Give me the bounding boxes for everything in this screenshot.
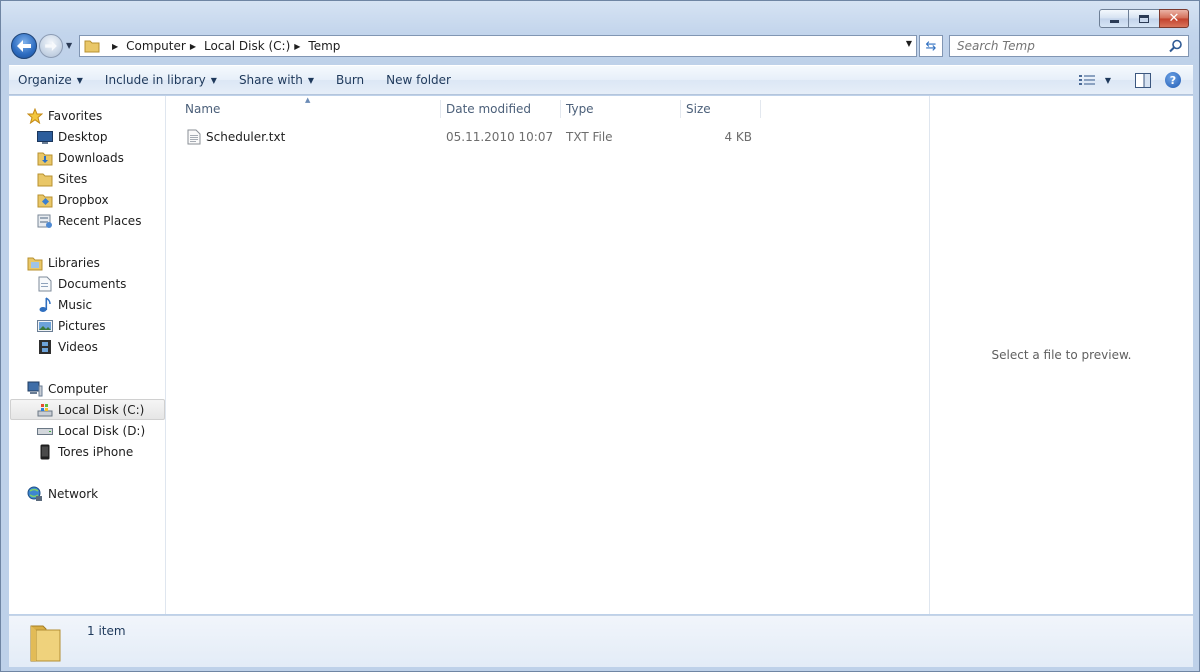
explorer-window: ✕ ▼ ▶ Computer ▶ Local Disk (C:) ▶ Temp … [0, 0, 1200, 672]
text-file-icon [187, 129, 201, 145]
sidebar-item-pictures[interactable]: Pictures [37, 315, 106, 336]
sidebar-item-music[interactable]: Music [37, 294, 92, 315]
documents-icon [37, 276, 53, 292]
file-size-cell: 4 KB [724, 130, 752, 144]
videos-icon [37, 339, 53, 355]
share-with-menu[interactable]: Share with ▼ [230, 66, 323, 94]
forward-button[interactable] [39, 34, 63, 58]
column-header-name[interactable]: ▲ Name [167, 96, 441, 118]
computer-icon [27, 381, 43, 397]
column-header-type[interactable]: Type [561, 100, 681, 118]
item-count: 1 item [87, 624, 126, 638]
search-box[interactable] [949, 35, 1189, 57]
details-pane: 1 item [9, 615, 1193, 667]
file-list: ▲ Name Date modified Type Size Scheduler… [167, 96, 929, 614]
chevron-down-icon: ▼ [1104, 75, 1111, 85]
system-drive-icon [37, 402, 53, 418]
sidebar-item-documents[interactable]: Documents [37, 273, 126, 294]
chevron-down-icon: ▼ [307, 75, 314, 85]
view-details-icon [1078, 75, 1095, 85]
breadcrumb-computer[interactable]: ▶ Computer [108, 39, 186, 53]
search-input[interactable] [957, 39, 1157, 53]
recent-pages-dropdown[interactable]: ▼ [66, 41, 72, 50]
file-name-cell: Scheduler.txt [187, 129, 285, 145]
breadcrumb-temp[interactable]: ▶ Temp [290, 39, 340, 53]
change-view-button[interactable]: ▼ [1078, 74, 1111, 86]
dropbox-folder-icon [37, 192, 53, 208]
music-icon [37, 296, 53, 313]
sidebar-item-dropbox[interactable]: Dropbox [37, 189, 109, 210]
recent-places-icon [37, 213, 53, 229]
minimize-button[interactable] [1099, 9, 1129, 28]
preview-pane-toggle-icon[interactable] [1135, 72, 1151, 88]
maximize-icon [1139, 14, 1149, 23]
close-icon: ✕ [1168, 11, 1180, 26]
breadcrumb-arrow-icon[interactable]: ▶ [112, 42, 118, 51]
desktop-icon [37, 129, 53, 145]
search-icon[interactable] [1169, 39, 1183, 53]
libraries-icon [27, 255, 43, 271]
column-header-date-modified[interactable]: Date modified [441, 100, 561, 118]
command-bar: Organize ▼ Include in library ▼ Share wi… [9, 65, 1193, 95]
folder-icon [37, 171, 53, 187]
sidebar-group-computer[interactable]: Computer [27, 378, 108, 399]
chevron-down-icon: ▼ [76, 75, 83, 85]
drive-icon [37, 423, 53, 439]
file-type-cell: TXT File [566, 130, 613, 144]
sort-ascending-icon: ▲ [305, 96, 311, 104]
breadcrumb-arrow-icon[interactable]: ▶ [190, 42, 196, 51]
help-icon[interactable]: ? [1165, 72, 1181, 88]
sidebar-group-libraries[interactable]: Libraries [27, 252, 100, 273]
address-bar[interactable]: ▶ Computer ▶ Local Disk (C:) ▶ Temp ▼ [79, 35, 917, 57]
back-arrow-icon [17, 40, 31, 52]
sidebar-item-recent-places[interactable]: Recent Places [37, 210, 141, 231]
maximize-button[interactable] [1129, 9, 1159, 28]
preview-message: Select a file to preview. [991, 348, 1132, 362]
refresh-button[interactable]: ⇆ [919, 35, 943, 57]
include-in-library-menu[interactable]: Include in library ▼ [96, 66, 226, 94]
network-icon [27, 486, 43, 502]
sidebar-item-local-disk-d[interactable]: Local Disk (D:) [37, 420, 145, 441]
organize-menu[interactable]: Organize ▼ [9, 66, 92, 94]
caption-buttons: ✕ [1099, 9, 1189, 28]
sidebar-group-favorites[interactable]: Favorites [27, 105, 102, 126]
forward-arrow-icon [45, 41, 57, 51]
breadcrumb-arrow-icon[interactable]: ▶ [294, 42, 300, 51]
new-folder-button[interactable]: New folder [377, 66, 460, 94]
sidebar-item-videos[interactable]: Videos [37, 336, 98, 357]
back-button[interactable] [11, 33, 37, 59]
refresh-icon: ⇆ [925, 38, 937, 54]
pictures-icon [37, 318, 53, 334]
burn-button[interactable]: Burn [327, 66, 373, 94]
sidebar-item-downloads[interactable]: Downloads [37, 147, 124, 168]
column-header-size[interactable]: Size [681, 100, 761, 118]
sidebar-item-sites[interactable]: Sites [37, 168, 87, 189]
sidebar-item-local-disk-c[interactable]: Local Disk (C:) [10, 399, 165, 420]
phone-icon [37, 444, 53, 460]
toolbar-right-group: ▼ ? [1078, 66, 1181, 94]
preview-pane: Select a file to preview. [929, 96, 1193, 614]
address-history-dropdown[interactable]: ▼ [906, 39, 912, 48]
navigation-pane: Favorites Desktop Downloads Sites Dropbo… [9, 96, 166, 614]
favorites-star-icon [27, 107, 43, 124]
file-date-cell: 05.11.2010 10:07 [446, 130, 554, 144]
minimize-icon [1109, 20, 1119, 23]
sidebar-item-desktop[interactable]: Desktop [37, 126, 108, 147]
downloads-folder-icon [37, 150, 53, 166]
sidebar-group-network[interactable]: Network [27, 483, 98, 504]
chevron-down-icon: ▼ [210, 75, 217, 85]
folder-icon [30, 625, 61, 662]
folder-icon [84, 40, 100, 53]
content-area: Favorites Desktop Downloads Sites Dropbo… [9, 96, 1193, 614]
sidebar-item-tores-iphone[interactable]: Tores iPhone [37, 441, 133, 462]
breadcrumb-local-disk-c[interactable]: ▶ Local Disk (C:) [186, 39, 290, 53]
close-button[interactable]: ✕ [1159, 9, 1189, 28]
